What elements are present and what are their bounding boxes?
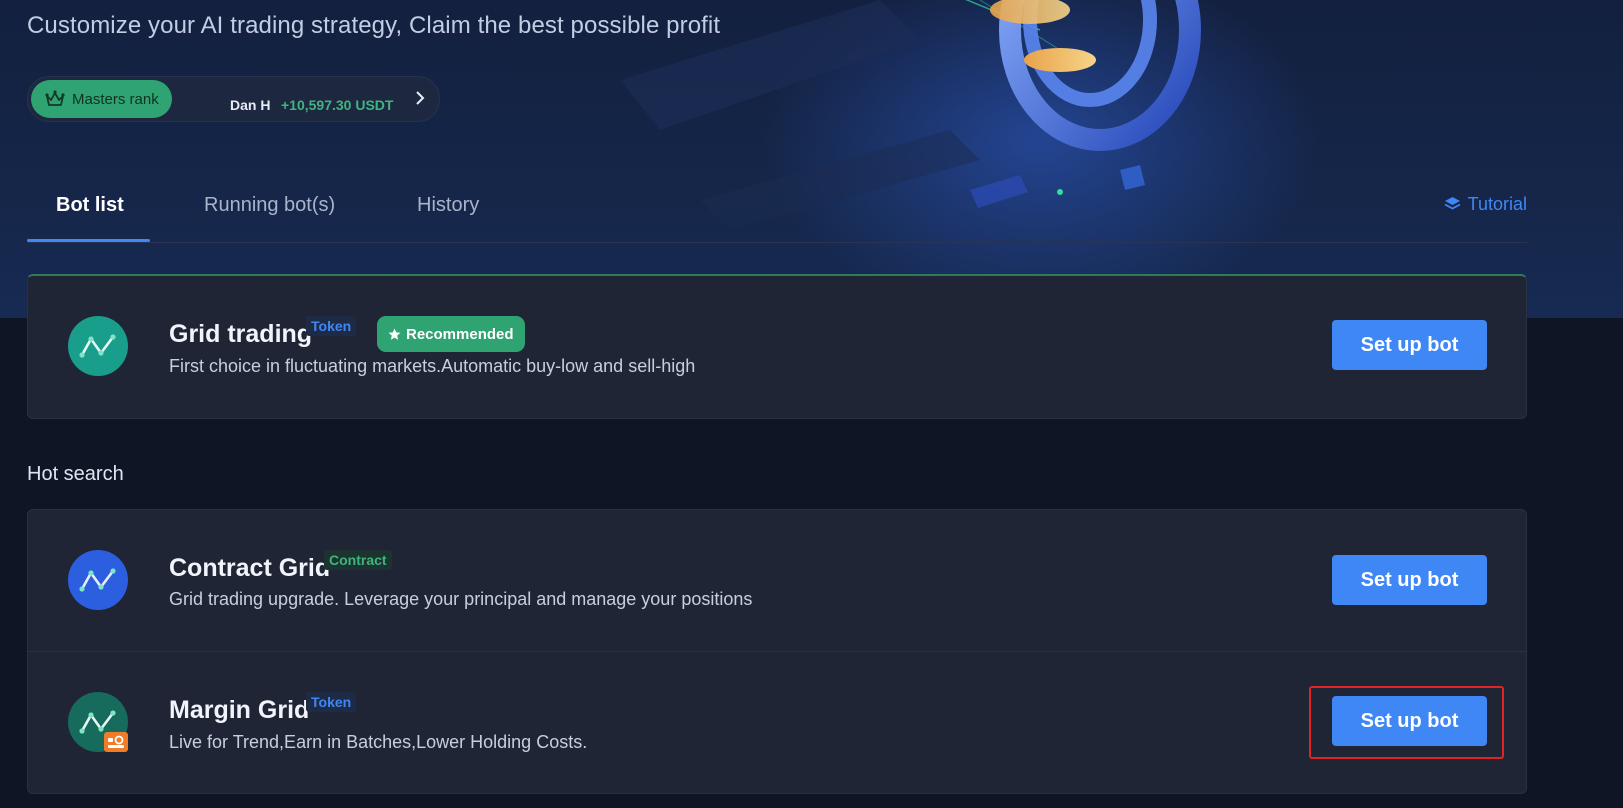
set-up-bot-button[interactable]: Set up bot: [1332, 696, 1487, 746]
star-icon: [388, 328, 401, 340]
active-tab-indicator: [27, 239, 150, 242]
hot-search-heading: Hot search: [27, 463, 124, 485]
margin-badge-icon: [104, 732, 128, 752]
set-up-bot-button[interactable]: Set up bot: [1332, 555, 1487, 605]
set-up-bot-button[interactable]: Set up bot: [1332, 320, 1487, 370]
bot-title: Grid trading: [169, 320, 313, 348]
grid-line-icon: [79, 334, 116, 358]
tab-history[interactable]: History: [417, 194, 479, 217]
hero-illustration: [620, 0, 1320, 318]
layers-icon: [1444, 197, 1461, 210]
bot-description: Live for Trend,Earn in Batches,Lower Hol…: [169, 732, 588, 752]
tutorial-label: Tutorial: [1467, 194, 1527, 214]
bot-title: Margin Grid: [169, 696, 310, 724]
chevron-right-icon[interactable]: [411, 89, 429, 107]
rank-user-name: Dan H: [230, 97, 271, 113]
crown-icon: [45, 90, 65, 106]
recommended-badge: Recommended: [377, 316, 525, 352]
token-tag: Token: [306, 316, 357, 336]
bot-description: Grid trading upgrade. Leverage your prin…: [169, 589, 753, 609]
bot-row-grid-trading: Grid trading Token Recommended First cho…: [28, 276, 1526, 419]
bot-description: First choice in fluctuating markets.Auto…: [169, 356, 696, 376]
recommended-label: Recommended: [406, 325, 514, 343]
grid-trading-icon: [68, 316, 128, 376]
masters-rank-label: Masters rank: [72, 90, 159, 108]
bot-tabs: Bot list Running bot(s) History Tutorial: [27, 186, 1527, 243]
rank-user-profit: +10,597.30 USDT: [281, 97, 394, 113]
tab-bot-list[interactable]: Bot list: [56, 194, 124, 217]
page: Customize your AI trading strategy, Clai…: [0, 0, 1623, 808]
contract-grid-icon: [68, 550, 128, 610]
token-tag: Token: [306, 692, 357, 712]
contract-tag: Contract: [324, 550, 392, 570]
grid-line-icon: [79, 568, 116, 592]
masters-rank-banner[interactable]: Masters rank Dan H +10,597.30 USDT: [27, 76, 440, 122]
tab-running-bots[interactable]: Running bot(s): [204, 194, 335, 217]
bot-row-margin-grid: Margin Grid Token Live for Trend,Earn in…: [28, 651, 1526, 794]
masters-rank-badge[interactable]: Masters rank: [31, 80, 172, 118]
bot-title: Contract Grid: [169, 554, 331, 582]
page-subtitle: Customize your AI trading strategy, Clai…: [27, 12, 721, 39]
bot-row-contract-grid: Contract Grid Contract Grid trading upgr…: [28, 510, 1526, 651]
hot-search-card: Contract Grid Contract Grid trading upgr…: [27, 509, 1527, 794]
featured-bot-card: Grid trading Token Recommended First cho…: [27, 274, 1527, 419]
margin-grid-icon: [68, 692, 128, 752]
hero-banner: [0, 0, 1623, 318]
tutorial-link[interactable]: Tutorial: [1444, 194, 1527, 215]
